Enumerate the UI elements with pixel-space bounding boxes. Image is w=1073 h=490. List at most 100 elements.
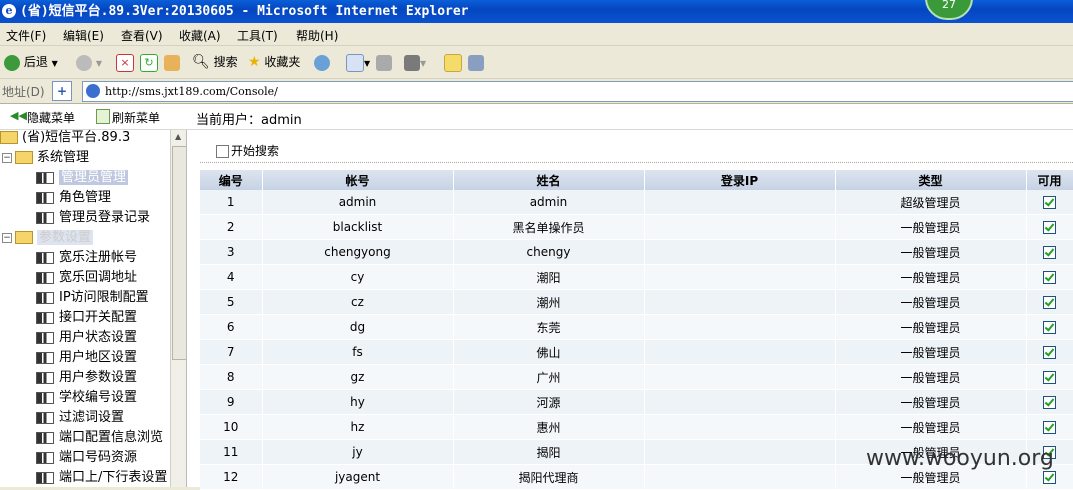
messenger-button[interactable] bbox=[468, 52, 484, 72]
menu-view[interactable]: 查看(V) bbox=[121, 27, 163, 44]
tree-item-param[interactable]: 端口号码资源 bbox=[36, 448, 137, 468]
cell-type: 一般管理员 bbox=[835, 339, 1027, 365]
menu-edit[interactable]: 编辑(E) bbox=[63, 27, 104, 44]
menu-help[interactable]: 帮助(H) bbox=[296, 27, 338, 44]
back-button[interactable]: 后退 ▼ bbox=[4, 52, 58, 72]
enabled-checkbox[interactable] bbox=[1043, 396, 1056, 409]
tree-item-label: 用户地区设置 bbox=[59, 350, 138, 365]
address-input[interactable]: http://sms.jxt189.com/Console/ bbox=[82, 81, 1073, 102]
table-row[interactable]: 2 blacklist 黑名单操作员 一般管理员 bbox=[200, 214, 1073, 240]
nav-tree: (省)短信平台.89.3 − 系统管理 管理员管理 角色管理 管理员登录记录 − 参… bbox=[0, 130, 186, 487]
edit-button[interactable]: ▼ bbox=[404, 52, 426, 72]
tree-item-param[interactable]: 端口配置信息浏览 bbox=[36, 428, 163, 448]
search-button[interactable]: 🔍︎ 搜索 bbox=[192, 52, 238, 72]
tree-item-label: 角色管理 bbox=[59, 190, 112, 205]
cell-type: 一般管理员 bbox=[835, 364, 1027, 390]
tree-item-label: 端口上/下行表设置 bbox=[59, 470, 168, 485]
table-row[interactable]: 10 hz 惠州 一般管理员 bbox=[200, 414, 1073, 440]
cell-name: 河源 bbox=[453, 389, 645, 415]
page-icon bbox=[86, 84, 100, 98]
tree-root-label: (省)短信平台.89.3 bbox=[22, 130, 131, 145]
tree-item-role-manage[interactable]: 角色管理 bbox=[36, 188, 111, 208]
tree-item-admin-login-log[interactable]: 管理员登录记录 bbox=[36, 208, 150, 228]
search-checkbox[interactable] bbox=[216, 145, 229, 158]
window-title: (省)短信平台.89.3Ver:20130605 - Microsoft Int… bbox=[20, 4, 469, 19]
col-header-login-ip[interactable]: 登录IP bbox=[644, 170, 836, 190]
table-row[interactable]: 4 cy 潮阳 一般管理员 bbox=[200, 264, 1073, 290]
scrollbar-thumb[interactable] bbox=[172, 146, 187, 360]
col-header-account[interactable]: 帐号 bbox=[262, 170, 454, 190]
dropdown-icon: ▼ bbox=[95, 59, 102, 68]
tree-root[interactable]: (省)短信平台.89.3 bbox=[0, 128, 130, 148]
menu-tools[interactable]: 工具(T) bbox=[237, 27, 278, 44]
ie-logo-icon: e bbox=[2, 4, 16, 18]
enabled-checkbox[interactable] bbox=[1043, 346, 1056, 359]
cell-id: 5 bbox=[200, 289, 263, 315]
table-row[interactable]: 5 cz 潮州 一般管理员 bbox=[200, 289, 1073, 315]
table-row[interactable]: 3 chengyong chengy 一般管理员 bbox=[200, 239, 1073, 265]
tree-item-param[interactable]: 过滤词设置 bbox=[36, 408, 124, 428]
tree-item-param[interactable]: 学校编号设置 bbox=[36, 388, 137, 408]
page-pointer-icon bbox=[36, 251, 54, 264]
discuss-button[interactable] bbox=[444, 52, 462, 72]
tree-item-param[interactable]: IP访问限制配置 bbox=[36, 288, 149, 308]
home-button[interactable] bbox=[164, 52, 180, 72]
tree-item-param[interactable]: 用户地区设置 bbox=[36, 348, 137, 368]
enabled-checkbox[interactable] bbox=[1043, 221, 1056, 234]
cell-login-ip bbox=[644, 414, 836, 440]
table-row[interactable]: 6 dg 东莞 一般管理员 bbox=[200, 314, 1073, 340]
cell-id: 1 bbox=[200, 190, 263, 215]
enabled-checkbox[interactable] bbox=[1043, 271, 1056, 284]
table-row[interactable]: 1 admin admin 超级管理员 bbox=[200, 190, 1073, 215]
tree-node-system[interactable]: − 系统管理 bbox=[2, 148, 89, 168]
stop-button[interactable]: × bbox=[116, 52, 134, 72]
print-button[interactable] bbox=[376, 52, 392, 72]
menu-favorites[interactable]: 收藏(A) bbox=[179, 27, 221, 44]
hide-menu-link[interactable]: 隐藏菜单 bbox=[27, 109, 75, 126]
table-row[interactable]: 9 hy 河源 一般管理员 bbox=[200, 389, 1073, 415]
scroll-up-icon[interactable]: ▲ bbox=[175, 132, 181, 141]
print-icon bbox=[376, 54, 392, 71]
favorites-button[interactable]: ★ 收藏夹 bbox=[248, 52, 300, 72]
add-icon[interactable]: + bbox=[52, 81, 72, 101]
tree-item-param[interactable]: 用户状态设置 bbox=[36, 328, 137, 348]
mail-button[interactable]: ▼ bbox=[346, 52, 370, 72]
search-toggle[interactable]: 开始搜索 bbox=[216, 142, 279, 159]
tree-scrollbar[interactable]: ▲ bbox=[170, 130, 187, 487]
frame-divider[interactable] bbox=[186, 130, 199, 487]
tree-item-admin-manage[interactable]: 管理员管理 bbox=[36, 168, 129, 188]
table-row[interactable]: 8 gz 广州 一般管理员 bbox=[200, 364, 1073, 390]
enabled-checkbox[interactable] bbox=[1043, 196, 1056, 209]
history-button[interactable] bbox=[314, 52, 330, 72]
tree-node-params[interactable]: − 参数设置 bbox=[2, 228, 94, 248]
col-header-id[interactable]: 编号 bbox=[200, 170, 263, 190]
enabled-checkbox[interactable] bbox=[1043, 471, 1056, 484]
enabled-checkbox[interactable] bbox=[1043, 321, 1056, 334]
table-row[interactable]: 7 fs 佛山 一般管理员 bbox=[200, 339, 1073, 365]
forward-button[interactable]: ▼ bbox=[76, 52, 102, 72]
enabled-checkbox[interactable] bbox=[1043, 371, 1056, 384]
col-header-name[interactable]: 姓名 bbox=[453, 170, 645, 190]
col-header-enabled[interactable]: 可用 bbox=[1026, 170, 1073, 190]
tree-item-param[interactable]: 宽乐注册帐号 bbox=[36, 248, 137, 268]
refresh-button[interactable]: ↻ bbox=[140, 52, 158, 72]
tree-item-param[interactable]: 端口上/下行表设置 bbox=[36, 468, 167, 488]
cell-type: 一般管理员 bbox=[835, 414, 1027, 440]
tree-item-param[interactable]: 接口开关配置 bbox=[36, 308, 137, 328]
col-header-type[interactable]: 类型 bbox=[835, 170, 1027, 190]
cell-account: fs bbox=[262, 339, 454, 365]
enabled-checkbox[interactable] bbox=[1043, 421, 1056, 434]
page-pointer-icon bbox=[36, 391, 54, 404]
cell-account: jyagent bbox=[262, 464, 454, 490]
tree-item-param[interactable]: 宽乐回调地址 bbox=[36, 268, 137, 288]
cell-name: 佛山 bbox=[453, 339, 645, 365]
tree-item-param[interactable]: 用户参数设置 bbox=[36, 368, 137, 388]
cell-name: 黑名单操作员 bbox=[453, 214, 645, 240]
tree-item-label: 宽乐回调地址 bbox=[59, 270, 138, 285]
refresh-menu-link[interactable]: 刷新菜单 bbox=[112, 109, 160, 126]
enabled-checkbox[interactable] bbox=[1043, 296, 1056, 309]
cell-enabled bbox=[1026, 190, 1073, 215]
address-url: http://sms.jxt189.com/Console/ bbox=[105, 85, 278, 98]
enabled-checkbox[interactable] bbox=[1043, 246, 1056, 259]
menu-file[interactable]: 文件(F) bbox=[6, 27, 46, 44]
